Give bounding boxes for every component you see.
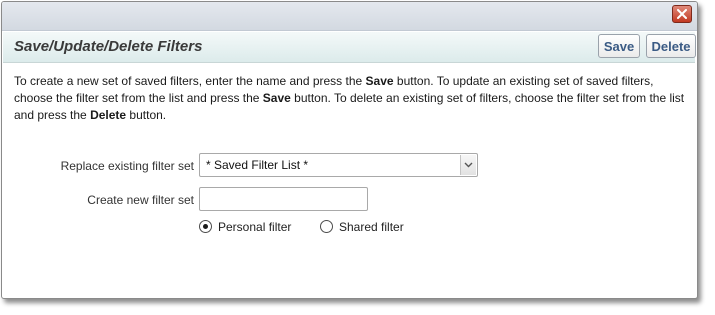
close-icon bbox=[677, 9, 687, 19]
dialog-header: Save/Update/Delete Filters Save Delete bbox=[3, 32, 696, 63]
personal-filter-label: Personal filter bbox=[218, 220, 292, 234]
instructions-text: To create a new set of saved filters, en… bbox=[14, 73, 689, 124]
dialog-window: Save/Update/Delete Filters Save Delete T… bbox=[1, 1, 698, 299]
radio-button-unselected[interactable] bbox=[320, 220, 333, 233]
instructions-delete-emphasis: Delete bbox=[90, 108, 127, 122]
instructions-save-emphasis: Save bbox=[262, 91, 291, 105]
title-bar[interactable] bbox=[2, 2, 697, 31]
dropdown-toggle[interactable] bbox=[460, 155, 476, 175]
radio-selected-dot bbox=[203, 224, 208, 229]
create-filter-label: Create new filter set bbox=[87, 193, 194, 207]
replace-filter-selected-value: * Saved Filter List * bbox=[206, 158, 309, 172]
radio-button-selected[interactable] bbox=[199, 220, 212, 233]
save-button[interactable]: Save bbox=[598, 34, 640, 58]
shared-filter-label: Shared filter bbox=[339, 220, 404, 234]
page-title: Save/Update/Delete Filters bbox=[14, 38, 203, 55]
instructions-part: button. bbox=[126, 108, 167, 122]
instructions-part: To create a new set of saved filters, en… bbox=[14, 74, 366, 88]
instructions-save-emphasis: Save bbox=[365, 74, 394, 88]
close-button[interactable] bbox=[672, 5, 692, 23]
delete-button[interactable]: Delete bbox=[646, 34, 696, 58]
replace-filter-label: Replace existing filter set bbox=[60, 159, 194, 173]
replace-filter-select[interactable]: * Saved Filter List * bbox=[199, 153, 478, 177]
create-filter-input[interactable] bbox=[199, 187, 368, 211]
chevron-down-icon bbox=[464, 162, 473, 168]
